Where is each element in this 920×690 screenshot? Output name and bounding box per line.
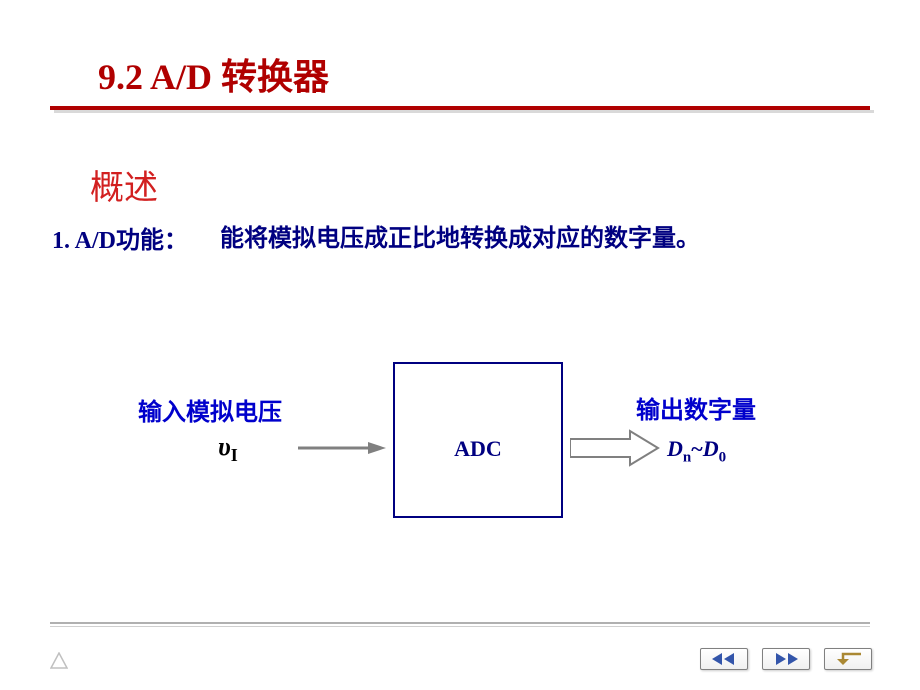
input-symbol-sub: I	[231, 445, 238, 465]
output-symbol-right-sub: 0	[719, 449, 727, 465]
output-symbol-tilde: ~	[691, 436, 702, 461]
footer-divider	[50, 622, 870, 624]
input-label: 输入模拟电压	[138, 392, 282, 427]
function-label: 1. A/D功能：	[52, 220, 188, 255]
back-button[interactable]	[824, 648, 872, 670]
output-arrow-icon	[570, 428, 660, 473]
output-label: 输出数字量	[636, 390, 756, 425]
input-arrow-icon	[298, 440, 386, 461]
input-symbol: υI	[218, 432, 238, 466]
nav-button-group	[700, 648, 872, 670]
double-chevron-left-icon	[710, 653, 738, 665]
output-symbol-left-main: D	[667, 436, 683, 461]
output-symbol-left-sub: n	[683, 449, 691, 465]
overview-heading: 概述	[90, 160, 158, 209]
input-symbol-main: υ	[218, 432, 231, 461]
output-symbol: Dn~D0	[667, 436, 726, 466]
return-arrow-icon	[833, 652, 863, 666]
function-description: 能将模拟电压成正比地转换成对应的数字量。	[220, 218, 700, 253]
slide-title: 9.2 A/D 转换器	[98, 48, 329, 100]
title-underline-shadow	[54, 110, 874, 113]
prev-button[interactable]	[700, 648, 748, 670]
slide-logo-icon	[50, 652, 68, 675]
adc-box-label: ADC	[393, 436, 563, 462]
footer-divider-shadow	[50, 626, 870, 627]
output-symbol-right-main: D	[703, 436, 719, 461]
double-chevron-right-icon	[772, 653, 800, 665]
next-button[interactable]	[762, 648, 810, 670]
